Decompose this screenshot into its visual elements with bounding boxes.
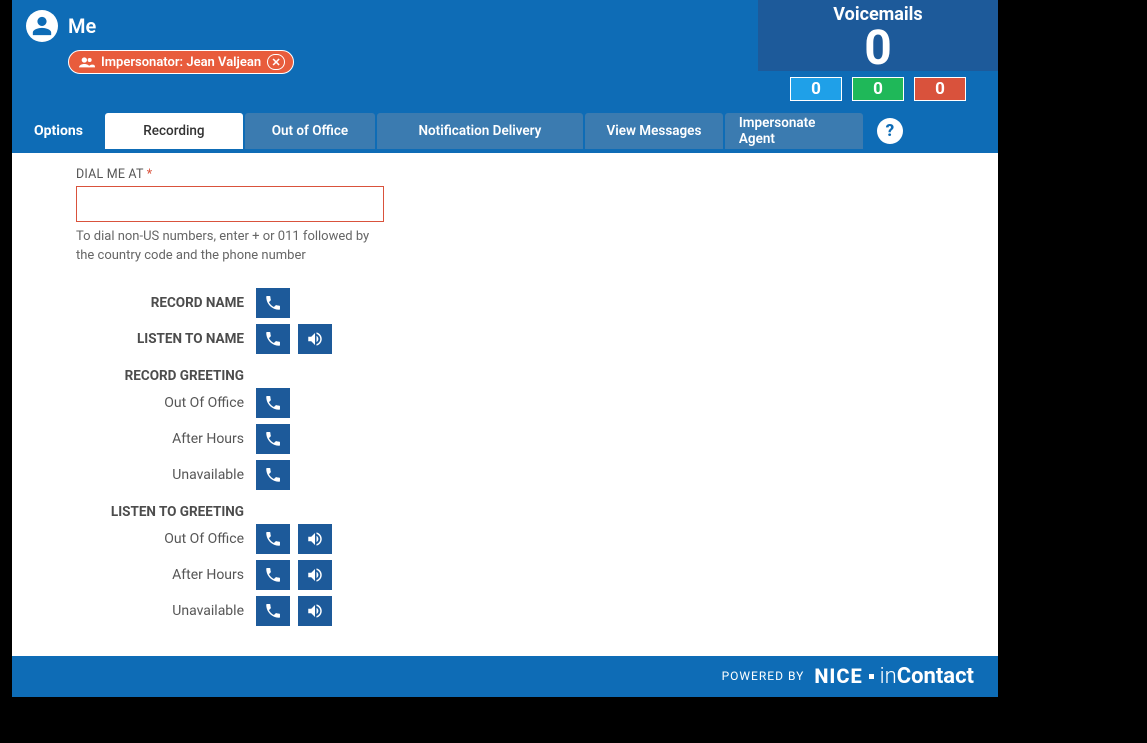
record-greeting-unavailable-label: Unavailable [76,467,256,483]
phone-icon [264,394,282,412]
listen-greeting-afterhours-label: After Hours [76,567,256,583]
record-greeting-afterhours-label: After Hours [76,431,256,447]
listen-greeting-ooo-call-button[interactable] [256,524,290,554]
listen-greeting-afterhours-play-button[interactable] [298,560,332,590]
tab-impersonate-agent[interactable]: Impersonate Agent [725,113,863,149]
dial-me-at-input[interactable] [76,186,384,222]
phone-icon [264,530,282,548]
listen-name-label: LISTEN TO NAME [76,331,256,347]
speaker-icon [306,602,324,620]
dial-me-at-label: DIAL ME AT * [76,167,980,182]
user-name: Me [68,14,96,38]
help-button[interactable]: ? [877,118,903,144]
record-greeting-header: RECORD GREETING [76,368,256,384]
record-name-label: RECORD NAME [76,295,256,311]
user-icon [31,15,53,37]
options-label: Options [12,123,105,139]
listen-greeting-ooo-play-button[interactable] [298,524,332,554]
record-name-call-button[interactable] [256,288,290,318]
footer: POWERED BY NICE inContact [12,656,998,697]
voicemail-saved-count[interactable]: 0 [852,77,904,101]
listen-greeting-afterhours-call-button[interactable] [256,560,290,590]
tab-notification-delivery[interactable]: Notification Delivery [377,113,583,149]
dial-hint: To dial non-US numbers, enter + or 011 f… [76,228,386,266]
speaker-icon [306,566,324,584]
listen-greeting-unavailable-call-button[interactable] [256,596,290,626]
brand-logo: NICE inContact [814,664,974,689]
phone-icon [264,430,282,448]
impersonator-close-icon[interactable]: ✕ [267,54,285,70]
tab-bar: Options Recording Out of Office Notifica… [12,109,998,153]
avatar[interactable] [26,10,58,42]
header: Me Impersonator: Jean Valjean ✕ Voicemai… [12,0,998,109]
phone-icon [264,602,282,620]
record-greeting-ooo-call-button[interactable] [256,388,290,418]
tab-out-of-office[interactable]: Out of Office [245,113,375,149]
voicemail-new-count[interactable]: 0 [790,77,842,101]
speaker-icon [306,530,324,548]
phone-icon [264,566,282,584]
listen-greeting-unavailable-label: Unavailable [76,603,256,619]
voicemail-deleted-count[interactable]: 0 [914,77,966,101]
content-area: DIAL ME AT * To dial non-US numbers, ent… [12,153,998,656]
phone-icon [264,466,282,484]
group-icon [79,56,95,68]
record-greeting-ooo-label: Out Of Office [76,395,256,411]
listen-greeting-unavailable-play-button[interactable] [298,596,332,626]
voicemail-total: 0 [758,25,998,71]
impersonator-label: Impersonator: Jean Valjean [101,55,261,70]
listen-greeting-header: LISTEN TO GREETING [76,504,256,520]
powered-by-label: POWERED BY [722,669,805,683]
listen-name-play-button[interactable] [298,324,332,354]
listen-greeting-ooo-label: Out Of Office [76,531,256,547]
impersonator-badge: Impersonator: Jean Valjean ✕ [68,50,294,74]
record-greeting-afterhours-call-button[interactable] [256,424,290,454]
listen-name-call-button[interactable] [256,324,290,354]
phone-icon [264,294,282,312]
tab-view-messages[interactable]: View Messages [585,113,723,149]
voicemail-panel: Voicemails 0 0 0 0 [758,0,998,109]
phone-icon [264,330,282,348]
speaker-icon [306,330,324,348]
tab-recording[interactable]: Recording [105,113,243,149]
record-greeting-unavailable-call-button[interactable] [256,460,290,490]
